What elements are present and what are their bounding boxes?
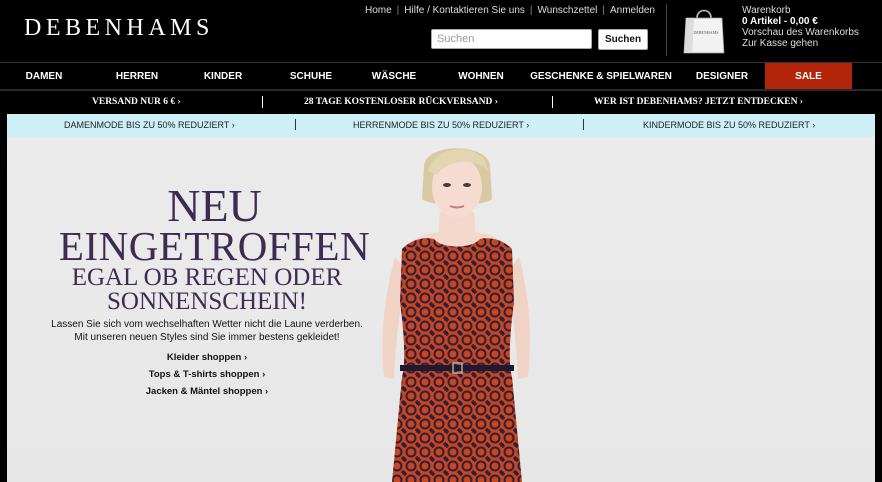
hero-banner[interactable]: NEU EINGETROFFEN EGAL OB REGEN ODER SONN… (7, 137, 875, 482)
hero-headline-2: EINGETROFFEN (58, 223, 371, 269)
shop-dresses-link[interactable]: Kleider shoppen › (7, 352, 407, 363)
page: DEBENHAMS Home | Hilfe / Kontaktieren Sie … (0, 0, 882, 482)
nav-item-wohnen[interactable]: WOHNEN (452, 63, 510, 90)
wishlist-link[interactable]: Wunschzettel (538, 5, 598, 16)
login-link[interactable]: Anmelden (610, 5, 655, 16)
shop-tops-link[interactable]: Tops & T-shirts shoppen › (7, 369, 407, 380)
search-button[interactable]: Suchen (598, 29, 648, 50)
promo-returns[interactable]: 28 TAGE KOSTENLOSER RÜCKVERSAND › (304, 91, 498, 114)
nav-item-kinder[interactable]: KINDER (196, 63, 250, 90)
nav-item-herren[interactable]: HERREN (108, 63, 166, 90)
help-link[interactable]: Hilfe / Kontaktieren Sie uns (404, 5, 525, 16)
sale-kinder-link[interactable]: KINDERMODE BIS ZU 50% REDUZIERT › (643, 114, 815, 137)
basket-preview-link[interactable]: Vorschau des Warenkorbs (742, 27, 859, 38)
hero-headline: NEU (167, 180, 262, 231)
promo-bar: VERSAND NUR 6 € › 28 TAGE KOSTENLOSER RÜ… (0, 91, 882, 114)
nav-item-waesche[interactable]: WÄSCHE (367, 63, 421, 90)
logo[interactable]: DEBENHAMS (24, 15, 214, 42)
search-input[interactable] (431, 29, 592, 49)
sale-damen-link[interactable]: DAMENMODE BIS ZU 50% REDUZIERT › (64, 114, 235, 137)
header: DEBENHAMS Home | Hilfe / Kontaktieren Sie … (0, 0, 882, 62)
basket-summary[interactable]: Warenkorb 0 Artikel - 0,00 € Vorschau de… (742, 5, 859, 49)
shop-jackets-link[interactable]: Jacken & Mäntel shoppen › (7, 386, 407, 397)
nav-item-damen[interactable]: DAMEN (18, 63, 70, 90)
hero-subheadline: EGAL OB REGEN ODER (71, 264, 343, 291)
main-nav: DAMEN HERREN KINDER SCHUHE WÄSCHE WOHNEN… (0, 62, 882, 90)
home-link[interactable]: Home (365, 5, 392, 16)
hero-body-line: Mit unseren neuen Styles sind Sie immer … (74, 332, 340, 343)
hero-body-text: Lassen Sie sich vom wechselhaften Wetter… (7, 318, 407, 344)
hero-body-line: Lassen Sie sich vom wechselhaften Wetter… (51, 319, 363, 330)
header-divider (666, 4, 667, 56)
model-photo (382, 148, 530, 482)
nav-item-schuhe[interactable]: SCHUHE (282, 63, 340, 90)
sale-separator (295, 119, 296, 130)
hero-subheadline-2: SONNENSCHEIN! (107, 288, 307, 315)
promo-separator (262, 96, 263, 108)
link-separator: | (396, 5, 400, 16)
promo-shipping[interactable]: VERSAND NUR 6 € › (92, 91, 181, 114)
bag-logo-text: DEBENHAMS (694, 30, 719, 35)
nav-item-sale[interactable]: SALE (765, 63, 852, 90)
sale-bar: DAMENMODE BIS ZU 50% REDUZIERT › HERRENM… (7, 114, 875, 137)
nav-item-geschenke[interactable]: GESCHENKE & SPIELWAREN (528, 63, 674, 90)
sale-herren-link[interactable]: HERRENMODE BIS ZU 50% REDUZIERT › (353, 114, 529, 137)
shopping-bag-icon[interactable]: DEBENHAMS (682, 4, 726, 54)
top-links: Home | Hilfe / Kontaktieren Sie uns | Wunsch… (365, 5, 655, 16)
promo-about[interactable]: WER IST DEBENHAMS? JETZT ENTDECKEN › (594, 91, 803, 114)
sale-separator (583, 119, 584, 130)
basket-count: 0 Artikel - 0,00 € (742, 16, 818, 27)
promo-separator (552, 96, 553, 108)
link-separator: | (602, 5, 605, 16)
link-separator: | (529, 5, 533, 16)
basket-title: Warenkorb (742, 5, 791, 16)
nav-item-designer[interactable]: DESIGNER (687, 63, 757, 90)
checkout-link[interactable]: Zur Kasse gehen (742, 38, 859, 49)
